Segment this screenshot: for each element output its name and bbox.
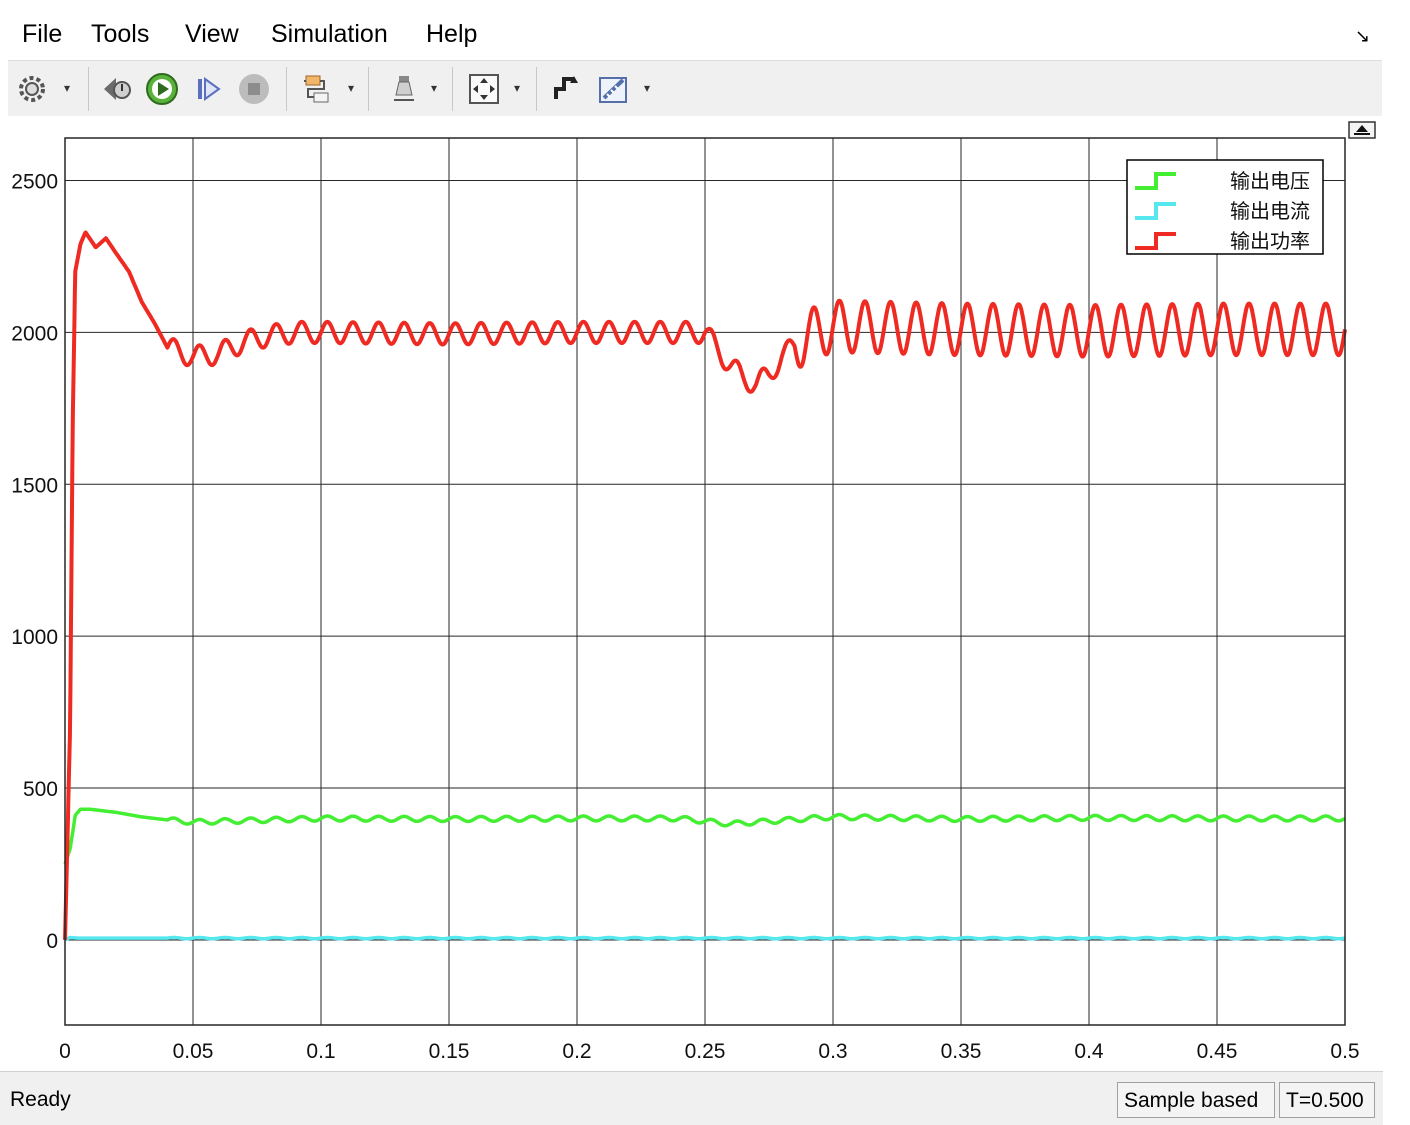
x-tick-label: 0.4: [1074, 1040, 1104, 1063]
menu-help[interactable]: Help: [426, 20, 477, 49]
settings-icon[interactable]: [14, 71, 50, 107]
y-tick-label: 1500: [11, 474, 58, 497]
toolbar-separator: [452, 67, 453, 111]
x-tick-label: 0.25: [685, 1040, 726, 1063]
toolbar-separator: [286, 67, 287, 111]
restore-icon[interactable]: [1348, 121, 1376, 139]
status-bar: Ready Sample based T=0.500: [0, 1071, 1383, 1125]
legend: 输出电压输出电流输出功率: [1126, 159, 1324, 255]
measurements-dropdown-icon[interactable]: ▾: [644, 81, 650, 95]
x-tick-label: 0.2: [562, 1040, 591, 1063]
menu-tools[interactable]: Tools: [91, 20, 149, 49]
x-tick-label: 0.45: [1197, 1040, 1238, 1063]
toolbar: ▾ ▾ ▾ ▾ ▾: [8, 60, 1382, 118]
menu-bar: File Tools View Simulation Help ↘: [0, 0, 1383, 60]
run-icon[interactable]: [144, 71, 180, 107]
x-tick-label: 0.05: [173, 1040, 214, 1063]
step-back-icon[interactable]: [100, 71, 136, 107]
x-tick-label: 0.35: [941, 1040, 982, 1063]
legend-label: 输出电流: [1230, 200, 1310, 223]
series-line-2: [63, 935, 1347, 942]
menu-view[interactable]: View: [185, 20, 239, 49]
scope-chart[interactable]: 0 0.05 0.1 0.15 0.2 0.25 0.3 0.35 0.4 0.45 0.5 0 500…: [0, 116, 1383, 1070]
zoom-fit-icon[interactable]: [466, 71, 502, 107]
stop-icon[interactable]: [236, 71, 272, 107]
signal-select-dropdown-icon[interactable]: ▾: [348, 81, 354, 95]
settings-dropdown-icon[interactable]: ▾: [64, 81, 70, 95]
y-tick-label: 0: [46, 930, 58, 953]
x-tick-label: 0: [59, 1040, 71, 1063]
triggers-icon[interactable]: [548, 71, 584, 107]
dock-arrow-icon[interactable]: ↘: [1355, 26, 1370, 47]
menu-simulation[interactable]: Simulation: [271, 20, 388, 49]
highlight-dropdown-icon[interactable]: ▾: [431, 81, 437, 95]
y-tick-label: 2000: [11, 322, 58, 345]
status-text: Ready: [10, 1088, 71, 1111]
x-tick-label: 0.1: [306, 1040, 335, 1063]
zoom-dropdown-icon[interactable]: ▾: [514, 81, 520, 95]
y-tick-label: 2500: [11, 171, 58, 194]
sim-time-box: T=0.500: [1279, 1082, 1375, 1118]
toolbar-separator: [88, 67, 89, 111]
legend-label: 输出电压: [1230, 170, 1310, 193]
measurements-icon[interactable]: [596, 71, 632, 107]
plot-area: 0 0.05 0.1 0.15 0.2 0.25 0.3 0.35 0.4 0.45 0.5 0 500…: [0, 116, 1383, 1070]
legend-label: 输出功率: [1230, 230, 1310, 253]
x-tick-label: 0.15: [429, 1040, 470, 1063]
sample-mode-box: Sample based: [1117, 1082, 1275, 1118]
highlight-icon[interactable]: [386, 71, 422, 107]
toolbar-separator: [536, 67, 537, 111]
y-tick-label: 500: [23, 778, 58, 801]
y-tick-label: 1000: [11, 626, 58, 649]
step-forward-icon[interactable]: [190, 71, 226, 107]
toolbar-separator: [368, 67, 369, 111]
x-tick-label: 0.3: [818, 1040, 847, 1063]
x-tick-label: 0.5: [1330, 1040, 1359, 1063]
signal-select-icon[interactable]: [298, 71, 334, 107]
menu-file[interactable]: File: [22, 20, 62, 49]
